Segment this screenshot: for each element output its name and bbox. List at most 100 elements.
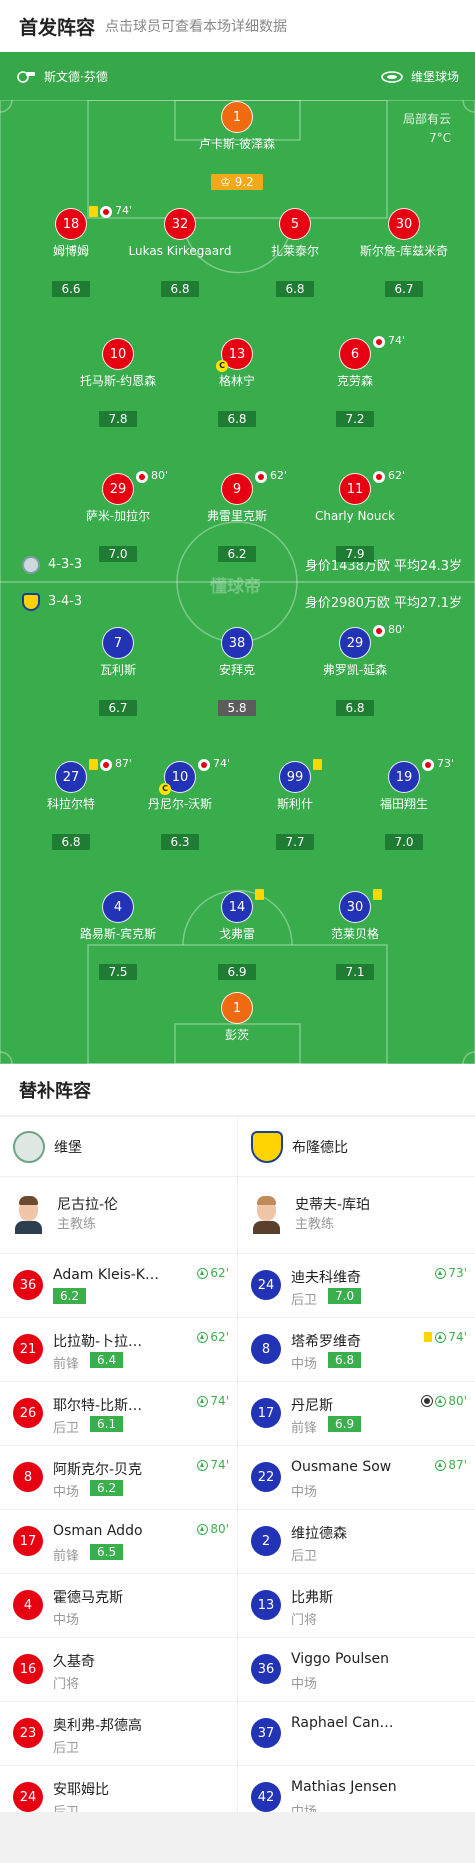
sub-in-minute: 74' [448, 1330, 467, 1344]
player-rating: 6.9 [218, 964, 256, 980]
coach-avatar [13, 1196, 43, 1234]
sub-shirt-number: 13 [251, 1590, 281, 1620]
player-name: 克劳森 [336, 374, 373, 388]
player-name: 范莱贝格 [330, 927, 379, 941]
sub-player-row[interactable]: 23 奥利弗-邦德高 后卫 [0, 1702, 237, 1766]
shirt-number: 11 [339, 473, 371, 505]
sub-player-row[interactable]: 17 Osman Addo 前锋 6.5 80' [0, 1510, 237, 1574]
home-player[interactable]: 1 卢卡斯-彼泽森 ♔ 9.2 [182, 101, 292, 190]
away-player[interactable]: 4 路易斯-宾克斯 7.5 [63, 891, 173, 980]
venue-name: 维堡球场 [410, 69, 459, 84]
weather-condition: 局部有云 [402, 112, 451, 126]
sub-player-row[interactable]: 36 Adam Kleis-K… 6.2 62' [0, 1254, 237, 1318]
sub-player-row[interactable]: 26 耶尔特-比斯… 后卫 6.1 74' [0, 1382, 237, 1446]
sub-shirt-number: 17 [13, 1526, 43, 1556]
shirt-number: 18 [55, 208, 87, 240]
player-rating: 7.2 [336, 411, 374, 427]
player-rating: 7.8 [99, 411, 137, 427]
sub-player-row[interactable]: 4 霍德马克斯 中场 [0, 1574, 237, 1638]
away-player[interactable]: 14 戈弗雷 6.9 [182, 889, 292, 980]
sub-in-arrow-icon [435, 1459, 447, 1471]
sub-player-position: 后卫 [53, 1421, 80, 1436]
coach-avatar [251, 1196, 281, 1234]
sub-player-name: 安耶姆比 [53, 1782, 109, 1798]
home-player[interactable]: 11 62' Charly Nouck 7.9 [300, 469, 410, 562]
sub-minute: 74' [388, 334, 406, 347]
shirt-number: 7 [102, 627, 134, 659]
sub-shirt-number: 8 [251, 1334, 281, 1364]
sub-player-name: Raphael Can… [291, 1715, 394, 1731]
away-team-info: 3-4-3 身价2980万欧 平均27.1岁 [22, 592, 462, 611]
sub-player-row[interactable]: 16 久基奇 门将 [0, 1638, 237, 1702]
player-name: 路易斯-宾克斯 [79, 927, 157, 941]
sub-shirt-number: 23 [13, 1718, 43, 1748]
sub-player-row[interactable]: 24 迪夫科维奇 后卫 7.0 73' [238, 1254, 475, 1318]
sub-player-row[interactable]: 2 维拉德森 后卫 [238, 1510, 475, 1574]
sub-player-name: 奥利弗-邦德高 [53, 1718, 143, 1734]
shirt-number: 19 [388, 761, 420, 793]
home-player[interactable]: 5 扎莱泰尔 6.8 [240, 208, 350, 297]
sub-player-row[interactable]: 17 丹尼斯 前锋 6.9 80' [238, 1382, 475, 1446]
player-name: 斯尔詹-库兹米奇 [359, 244, 449, 258]
away-coach[interactable]: 史蒂夫-库珀 主教练 [238, 1177, 475, 1254]
sub-player-row[interactable]: 21 比拉勒-卜拉… 前锋 6.4 62' [0, 1318, 237, 1382]
sub-shirt-number: 16 [13, 1654, 43, 1684]
sub-in-arrow-icon [197, 1267, 209, 1279]
away-player[interactable]: 30 范莱贝格 7.1 [300, 889, 410, 980]
away-player[interactable]: 7 瓦利斯 6.7 [63, 627, 173, 716]
player-name: 托马斯-约恩森 [79, 374, 157, 388]
home-player[interactable]: 18 74' 姆博姆 6.6 [16, 204, 132, 297]
away-player[interactable]: 19 73' 福田翔生 7.0 [349, 757, 459, 850]
yellow-card-icon [313, 759, 322, 770]
player-rating: 6.8 [336, 700, 374, 716]
sub-player-row[interactable]: 8 阿斯克尔-贝克 中场 6.2 74' [0, 1446, 237, 1510]
sub-player-row[interactable]: 13 比弗斯门将 [238, 1574, 475, 1638]
yellow-card-icon [89, 206, 98, 217]
sub-player-row[interactable]: 36 Viggo Poulsen 中场 [238, 1638, 475, 1702]
away-player[interactable]: 10 74' C 丹尼尔-沃斯 6.3 [125, 757, 235, 850]
player-name: 姆博姆 [52, 244, 89, 258]
player-rating: 6.7 [99, 700, 137, 716]
sub-player-name: 霍德马克斯 [53, 1590, 123, 1606]
sub-shirt-number: 8 [13, 1462, 43, 1492]
player-rating: 6.8 [161, 281, 199, 297]
sub-player-row[interactable]: 8 塔希罗维奇 中场 6.8 74' [238, 1318, 475, 1382]
player-rating: 7.0 [99, 546, 137, 562]
subs-title: 替补阵容 [0, 1064, 475, 1116]
captain-icon: C [216, 360, 228, 372]
away-player[interactable]: 38 安拜克 5.8 [182, 627, 292, 716]
rating-value: 9.2 [234, 175, 254, 189]
home-subs-team-name: 维堡 [54, 1139, 82, 1156]
home-subs-team[interactable]: 维堡 [0, 1117, 237, 1177]
sub-player-position: 前锋 [53, 1357, 80, 1372]
sub-shirt-number: 37 [251, 1718, 281, 1748]
substitution-icon [373, 336, 385, 348]
away-subs-team[interactable]: 布隆德比 [238, 1117, 475, 1177]
sub-player-row[interactable]: 37 Raphael Can… [238, 1702, 475, 1766]
sub-in-minute: 80' [448, 1394, 467, 1408]
away-player[interactable]: 29 80' 弗罗凯-延森 6.8 [300, 623, 410, 716]
goal-ball-icon [422, 1396, 433, 1406]
home-player[interactable]: 13 C 格林宁 6.8 [182, 338, 292, 427]
home-coach[interactable]: 尼古拉-伦 主教练 [0, 1177, 237, 1254]
home-player[interactable]: 10 托马斯-约恩森 7.8 [63, 338, 173, 427]
sub-player-name: 丹尼斯 [291, 1398, 333, 1414]
away-player[interactable]: 99 斯利什 7.7 [240, 759, 350, 850]
home-player[interactable]: 9 62' 弗雷里克斯 6.2 [182, 469, 292, 562]
sub-player-position: 前锋 [53, 1549, 80, 1564]
away-player[interactable]: 27 87' 科拉尔特 6.8 [16, 757, 132, 850]
shirt-number: 4 [102, 891, 134, 923]
player-name: 戈弗雷 [218, 927, 255, 941]
home-player[interactable]: 32 Lukas Kirkegaard 6.8 [125, 208, 235, 297]
home-player[interactable]: 29 80' 萨米-加拉尔 7.0 [63, 469, 173, 562]
sub-player-position: 中场 [291, 1677, 318, 1692]
sub-minute: 73' [437, 757, 455, 770]
sub-player-name: Viggo Poulsen [291, 1651, 389, 1667]
home-player[interactable]: 6 74' 克劳森 7.2 [300, 334, 410, 427]
shirt-number: 10 [102, 338, 134, 370]
home-player[interactable]: 30 斯尔詹-库兹米奇 6.7 [349, 208, 459, 297]
sub-player-position: 门将 [291, 1613, 318, 1628]
sub-player-name: Mathias Jensen [291, 1779, 397, 1795]
sub-player-row[interactable]: 22 Ousmane Sow 中场 87' [238, 1446, 475, 1510]
sub-player-name: 比弗斯 [291, 1590, 333, 1606]
